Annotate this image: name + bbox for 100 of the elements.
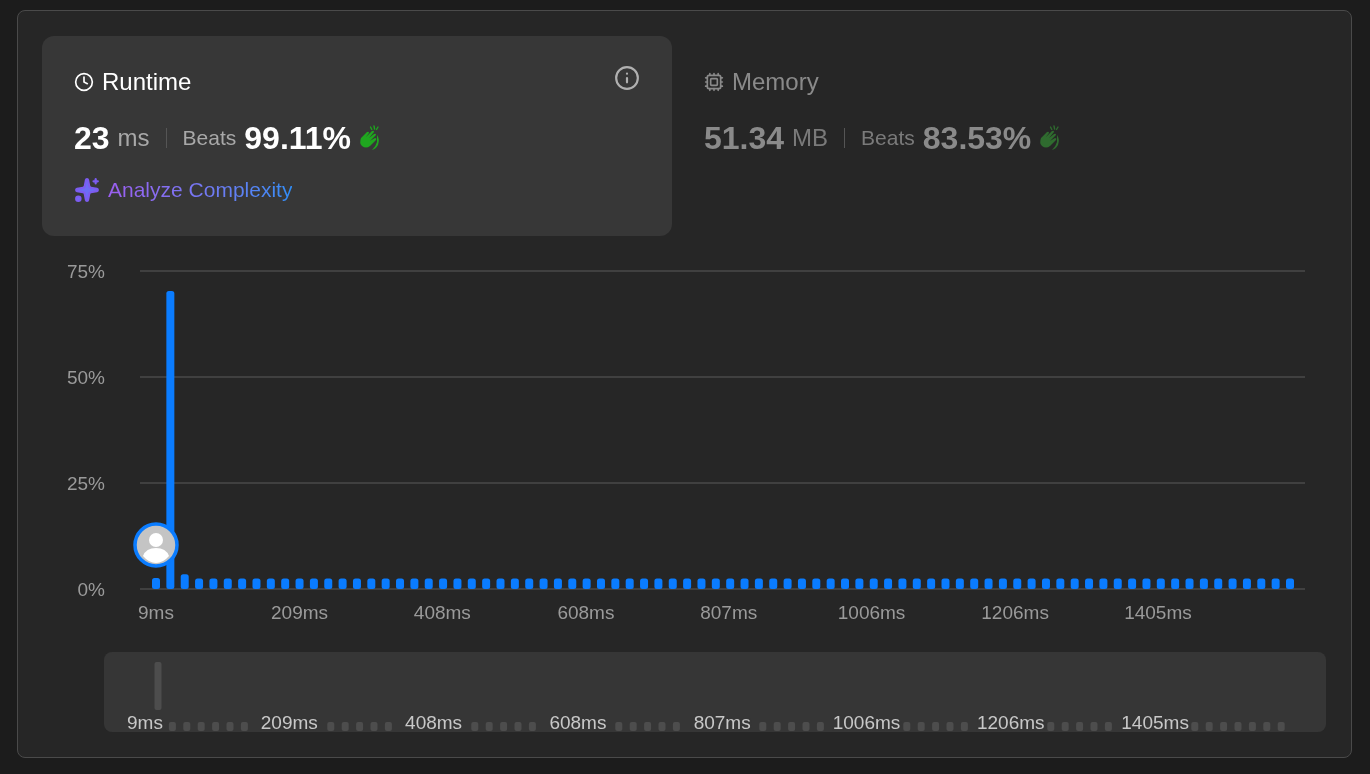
histogram-bar [324,578,333,589]
navigator-label: 1405ms [1121,712,1189,732]
x-axis-label: 209ms [271,602,329,623]
histogram-bar [381,578,390,589]
x-axis-label: 1405ms [1124,602,1192,623]
navigator-bar [500,722,508,731]
histogram-bar [869,578,878,589]
histogram-bar [597,578,605,589]
histogram-bar [898,578,907,589]
navigator-bar [168,722,176,731]
histogram-bar [553,578,562,589]
navigator-bar [1061,722,1069,731]
navigator-bar [946,722,954,731]
histogram-bar [668,578,677,589]
stat-value: 51.34 [704,119,785,158]
navigator-bar [644,722,652,731]
x-axis-label: 608ms [557,602,615,623]
histogram-bar [195,578,204,589]
beats-label: Beats [182,125,237,152]
navigator-bar [960,722,968,731]
navigator-bar [1076,722,1084,731]
histogram-bar [1271,578,1280,589]
navigator-bar [1234,722,1242,731]
histogram-bar [841,578,849,589]
navigator-bar [629,722,637,731]
histogram-bar [654,578,663,589]
navigator-bar [1205,722,1213,731]
stat-unit: ms [117,123,150,153]
histogram-bar [1041,578,1050,589]
histogram-bar [152,578,160,589]
user-avatar-icon [133,522,179,568]
histogram-bar [252,578,261,589]
x-axis-label: 1206ms [981,602,1049,623]
histogram-bar [998,578,1007,589]
histogram-bar [984,578,993,589]
histogram-bar [482,578,491,589]
navigator-label: 9ms [127,712,163,732]
histogram-bar [367,578,376,589]
histogram-bar [396,578,405,589]
card-title: Runtime [102,67,192,97]
sparkle-icon [74,176,100,203]
navigator-bar [240,722,248,731]
histogram-bar [338,578,347,589]
stat-card[interactable]: Memory 51.34 MB Beats 83.53% [672,36,1302,236]
navigator-bar [1090,722,1098,731]
navigator-bar [788,722,796,731]
navigator-bar [802,722,810,731]
info-icon[interactable] [614,65,640,91]
navigator-bar [485,722,493,731]
clock-icon [74,72,94,92]
histogram-bar [496,578,505,589]
navigator-bar [327,722,335,731]
histogram-bar [625,578,634,589]
navigator-label: 608ms [549,712,607,732]
x-axis-label: 807ms [700,602,758,623]
navigator-bar [471,722,479,731]
histogram-bar [1056,578,1065,589]
stat-card[interactable]: Runtime 23 ms Beats 99.11% Analyze Complexity [42,36,672,236]
histogram-bar [510,578,519,589]
navigator-bar [341,722,349,731]
navigator-label: 1006ms [832,712,901,732]
navigator-bar [1104,722,1112,731]
histogram-bar [295,578,304,589]
histogram-bar [1185,578,1194,589]
navigator-bar [528,722,536,731]
navigator-bar [1248,722,1256,731]
histogram-bar [683,578,692,589]
histogram-bar [884,578,893,589]
histogram-bar [1113,578,1122,589]
histogram-bar [1156,578,1165,589]
histogram-bar [238,578,247,589]
histogram-bar [783,578,792,589]
histogram-bar [1242,578,1251,589]
navigator-label: 1206ms [977,712,1045,732]
navigator-bar [1191,722,1199,731]
histogram-bar [1171,578,1180,589]
navigator-bar [903,722,911,731]
histogram-bar [769,578,778,589]
range-navigator[interactable]: 9ms 209ms 408ms 608ms 807ms 1006ms 1206ms 1405ms [104,652,1326,732]
navigator-bar [226,722,234,731]
histogram-bar [754,578,763,589]
histogram-bar [912,578,921,589]
histogram-bar [955,578,964,589]
navigator-bar [384,722,392,731]
navigator-bar [514,722,522,731]
navigator-bar [1277,722,1285,731]
navigator-label: 807ms [693,712,751,732]
histogram-bar [1013,578,1022,589]
histogram-bar [582,578,591,589]
navigator-bar [212,722,220,731]
x-axis-label: 1006ms [837,602,906,623]
cpu-icon [704,72,724,92]
navigator-bar [1047,722,1055,731]
navigator-bar [1263,722,1271,731]
histogram-bar [640,578,649,589]
stat-value: 23 [74,119,110,158]
histogram-bar [209,578,218,589]
navigator-bar [816,722,824,731]
y-axis-label: 0% [77,579,105,600]
navigator-bar [658,722,666,731]
